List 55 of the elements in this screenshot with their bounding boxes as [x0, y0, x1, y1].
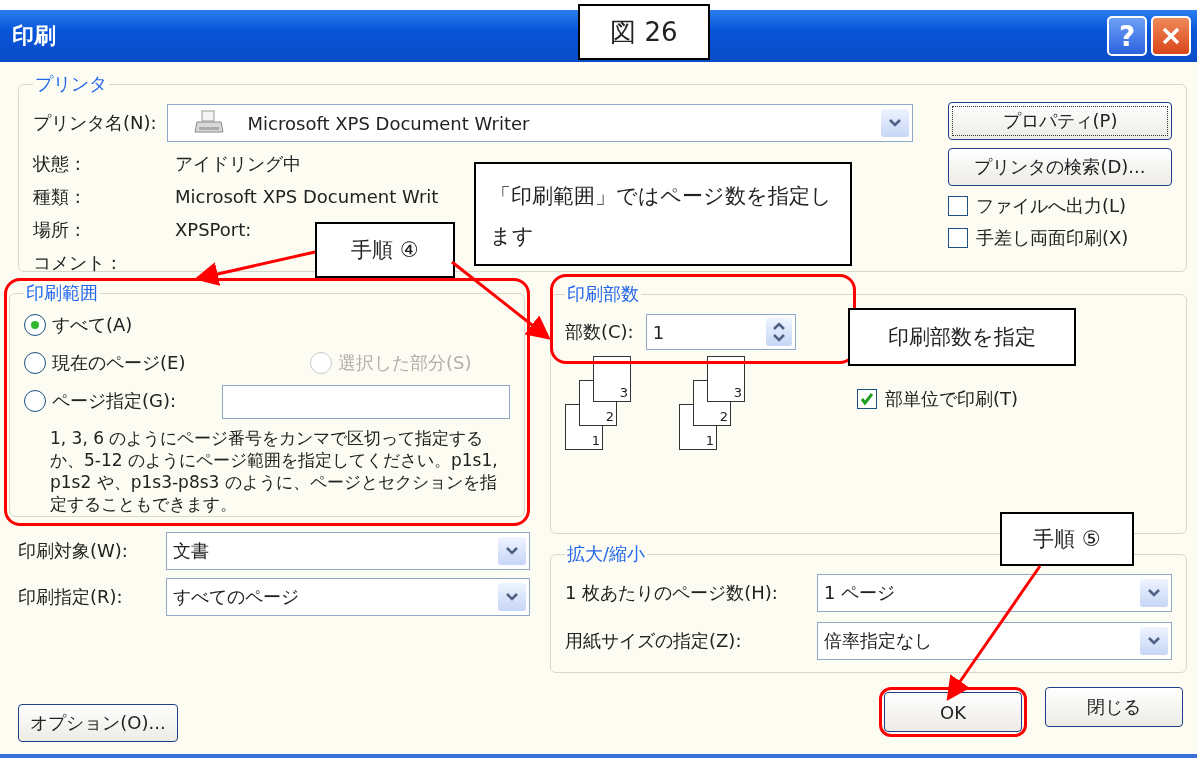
hint-text: 1, 3, 6 のようにページ番号をカンマで区切って指定するか、5-12 のようにページ範囲を指定してください。p1s1, p1s2 や、p1s3-p8s3 のように、ページとセクションを指定することもできます。: [50, 427, 499, 515]
ok-button[interactable]: OK: [884, 692, 1022, 732]
collate-pages-drawing: 1 2 3: [565, 356, 635, 452]
properties-button[interactable]: プロパティ(P): [948, 102, 1172, 140]
printer-name-label: プリンタ名(N):: [33, 111, 157, 135]
info-label: コメント :: [33, 251, 118, 275]
field-label: 用紙サイズの指定(Z):: [565, 629, 743, 653]
checkbox-label: ファイルへ出力(L): [976, 194, 1127, 218]
checkbox[interactable]: [857, 389, 877, 409]
find-printer-button[interactable]: プリンタの検索(D)...: [948, 148, 1172, 186]
checkbox[interactable]: [948, 196, 968, 216]
field-label: 印刷対象(W):: [18, 539, 129, 563]
dropdown[interactable]: 1 ページ: [817, 574, 1172, 612]
field-label: 印刷指定(R):: [18, 585, 124, 609]
copies-label: 部数(C):: [565, 320, 634, 344]
checkbox-label: 部単位で印刷(T): [885, 387, 1019, 411]
options-button[interactable]: オプション(O)...: [18, 704, 178, 742]
radio-label: 選択した部分(S): [338, 351, 472, 375]
radio-button[interactable]: [24, 314, 46, 336]
group-title: 印刷範囲: [25, 281, 99, 305]
callout: 「印刷範囲」ではページ数を指定します: [474, 162, 852, 266]
info-value: XPSPort:: [175, 218, 253, 242]
radio-label: ページ指定(G):: [52, 389, 177, 413]
info-label: 場所 :: [33, 218, 82, 242]
checkbox[interactable]: [948, 228, 968, 248]
radio-button[interactable]: [24, 390, 46, 412]
window-title: 印刷: [12, 22, 56, 50]
field-label: 1 枚あたりのページ数(H):: [565, 581, 779, 605]
checkbox-label: 手差し両面印刷(X): [976, 226, 1129, 250]
page-range-field[interactable]: [222, 385, 510, 419]
radio-button[interactable]: [24, 352, 46, 374]
group-title: 印刷部数: [566, 282, 640, 306]
dropdown[interactable]: 倍率指定なし: [817, 622, 1172, 660]
copies-field[interactable]: 1: [645, 314, 796, 350]
dropdown[interactable]: 文書: [166, 532, 530, 570]
dropdown[interactable]: すべてのページ: [166, 578, 530, 616]
info-label: 種類 :: [33, 185, 82, 209]
group-title: 拡大/縮小: [566, 542, 647, 566]
info-value: Microsoft XPS Document Writ: [175, 185, 440, 209]
close-icon: [1160, 25, 1182, 47]
callout: 手順 ⑤: [1000, 512, 1134, 566]
figure-label: 図 26: [578, 4, 710, 60]
info-label: 状態 :: [33, 152, 82, 176]
printer-dropdown[interactable]: Microsoft XPS Document Writer: [166, 104, 913, 142]
collate-pages-drawing: 1 2 3: [679, 356, 749, 452]
callout: 印刷部数を指定: [848, 308, 1076, 366]
callout: 手順 ④: [315, 222, 455, 278]
radio-label: すべて(A): [52, 313, 133, 337]
group-title: プリンタ: [34, 72, 108, 96]
info-value: アイドリング中: [175, 152, 302, 176]
close-dialog-button[interactable]: 閉じる: [1045, 687, 1183, 727]
printer-icon: [193, 110, 224, 136]
spinner-icon: [765, 318, 792, 346]
radio-label: 現在のページ(E): [52, 351, 186, 375]
close-button[interactable]: [1151, 16, 1191, 56]
